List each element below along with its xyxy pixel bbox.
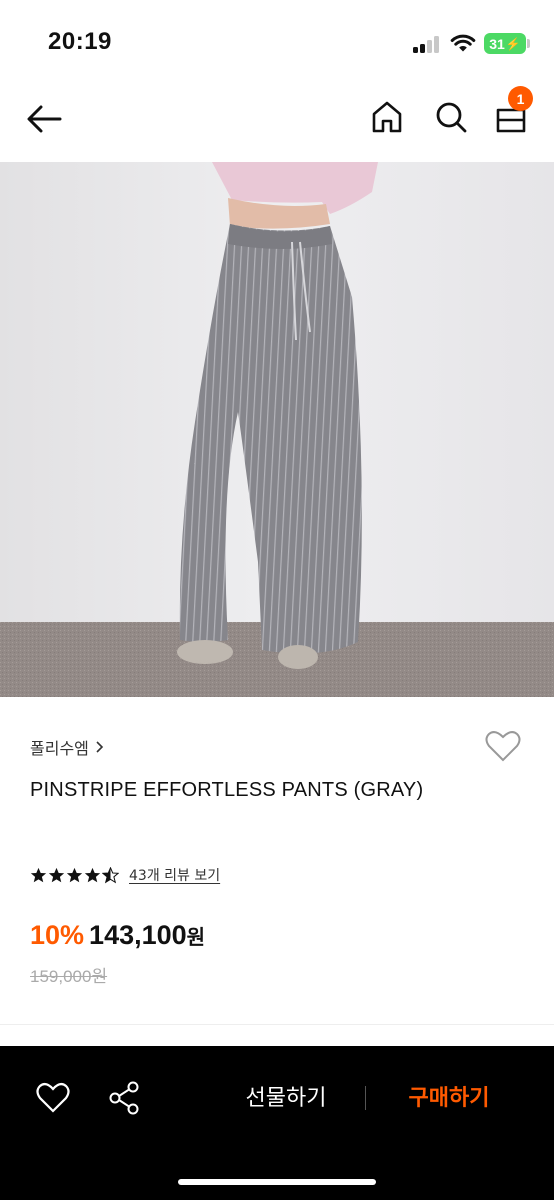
share-icon[interactable] — [106, 1080, 142, 1116]
heart-icon[interactable] — [34, 1080, 72, 1116]
status-time: 20:19 — [48, 28, 112, 55]
divider — [0, 1024, 554, 1025]
sale-price: 143,100 — [89, 920, 187, 950]
battery-icon: 31 ⚡ — [484, 33, 526, 54]
bottom-action-bar: 선물하기 구매하기 — [0, 1046, 554, 1200]
buy-button[interactable]: 구매하기 — [387, 1078, 511, 1118]
sale-price-group: 143,100원 — [89, 920, 205, 951]
gift-button[interactable]: 선물하기 — [226, 1078, 346, 1118]
chevron-right-icon — [96, 741, 104, 753]
cart-count-badge: 1 — [508, 86, 533, 111]
original-price: 159,000원 — [30, 967, 108, 986]
sale-price-unit: 원 — [186, 925, 206, 949]
star-icon — [30, 867, 47, 882]
product-photo — [0, 162, 554, 697]
product-image[interactable] — [0, 162, 554, 697]
battery-cap — [527, 39, 530, 48]
search-icon[interactable] — [432, 98, 470, 136]
price-row: 10% 143,100원 — [30, 920, 205, 951]
home-indicator — [178, 1179, 376, 1185]
signal-icon — [413, 36, 441, 53]
star-icon — [84, 867, 101, 882]
brand-link[interactable]: 폴리수엠 — [30, 735, 104, 759]
status-bar: 20:19 31 ⚡ — [0, 0, 554, 80]
brand-name: 폴리수엠 — [30, 739, 89, 758]
star-icon — [66, 867, 83, 882]
rating-row: 43개 리뷰 보기 — [30, 865, 220, 885]
heart-icon[interactable] — [484, 728, 522, 764]
discount-rate: 10% — [30, 920, 85, 950]
star-icon — [48, 867, 65, 882]
review-link[interactable]: 43개 리뷰 보기 — [129, 865, 220, 885]
rating-stars — [30, 866, 119, 884]
back-arrow-icon[interactable] — [24, 99, 64, 139]
product-title: PINSTRIPE EFFORTLESS PANTS (GRAY) — [30, 779, 424, 801]
home-icon[interactable] — [368, 98, 406, 136]
top-navigation — [0, 80, 554, 162]
wifi-icon — [450, 34, 476, 52]
battery-level: 31 — [489, 35, 505, 52]
button-separator — [365, 1086, 366, 1110]
half-star-icon — [102, 866, 119, 883]
